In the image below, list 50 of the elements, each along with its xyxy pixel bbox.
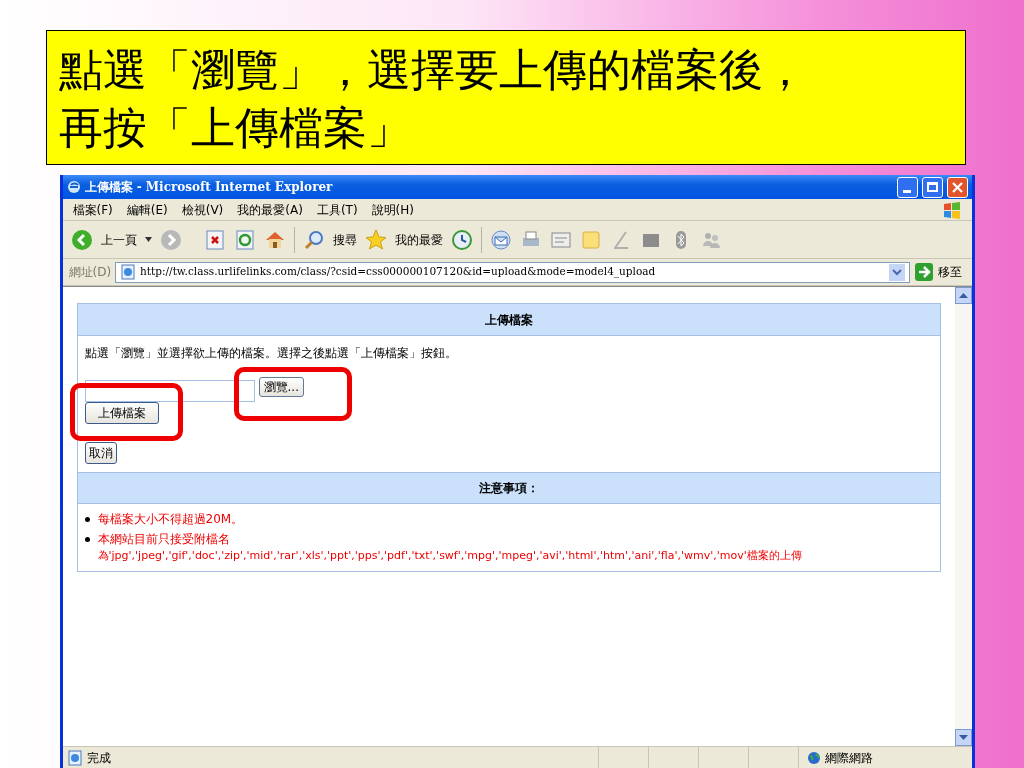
menu-item[interactable]: 工具(T) [316,200,358,219]
menu-item[interactable]: 我的最愛(A) [237,200,303,219]
zone-text: 網際網路 [824,749,873,767]
go-label[interactable]: 移至 [937,263,966,281]
browse-button[interactable]: 瀏覽... [258,377,304,397]
slide-title-line: 再按「上傳檔案」 [59,101,412,155]
globe-icon [806,750,821,765]
favorites-label[interactable]: 我的最愛 [394,230,443,249]
note-text: 每檔案大小不得超過20M。 [97,511,244,528]
history-icon[interactable] [450,228,473,251]
file-path-field[interactable] [84,380,255,402]
status-text: 完成 [86,749,112,767]
browser-logo-icon [66,180,81,194]
refresh-icon[interactable] [233,228,256,251]
panel-header: 注意事項： [77,472,940,504]
address-label: 網址(D) [68,264,112,281]
bullet-icon [84,516,90,522]
search-icon[interactable] [302,228,325,251]
panel-header: 上傳檔案 [77,304,940,336]
windows-flag-icon [941,200,962,219]
instruction-text: 點選「瀏覽」並選擇欲上傳的檔案。選擇之後點選「上傳檔案」按鈕。 [84,345,457,362]
caret-icon[interactable] [144,237,152,242]
address-field[interactable]: http://tw.class.urlifelinks.com/class/?csid=css000000107120&id=upload&mode=model4_upload [115,261,910,283]
scroll-up-icon[interactable] [954,287,972,304]
close-button[interactable] [946,176,968,198]
note-text: 本網站目前只接受附檔名 [97,531,230,548]
maximize-button[interactable] [921,176,943,198]
close-icon [951,181,963,193]
menu-item[interactable]: 檔案(F) [72,200,113,219]
cancel-button[interactable]: 取消 [84,442,117,464]
bullet-icon [84,536,90,542]
back-label[interactable]: 上一頁 [100,230,137,249]
page-icon [66,749,83,766]
page-icon [120,264,137,280]
star-icon[interactable] [364,228,387,251]
address-url: http://tw.class.urlifelinks.com/class/?csid=css000000107120&id=upload&mode=model4_upload [140,264,657,280]
upload-button[interactable]: 上傳檔案 [84,402,159,424]
menu-item[interactable]: 說明(H) [371,200,414,219]
search-label[interactable]: 搜尋 [332,230,357,249]
minimize-button[interactable] [896,176,918,198]
mail-icon[interactable] [489,228,512,251]
menu-item[interactable]: 編輯(E) [126,200,168,219]
dropdown-caret-icon[interactable] [888,263,905,281]
scroll-down-icon[interactable] [954,729,972,746]
menu-item[interactable]: 檢視(V) [181,200,224,219]
window-title: 上傳檔案 - Microsoft Internet Explorer [84,179,334,196]
stop-icon[interactable] [203,228,226,251]
scrollbar[interactable] [954,287,972,746]
note-text: 為'jpg','jpeg','gif','doc','zip','mid','rar','xls','ppt','pps','pdf','txt','swf','mpg','mpeg','avi','html','htm','ani','fla','wmv','mov'檔案的上傳 [96,548,803,564]
slide-title-line: 點選「瀏覽」，選擇要上傳的檔案後， [59,43,808,97]
